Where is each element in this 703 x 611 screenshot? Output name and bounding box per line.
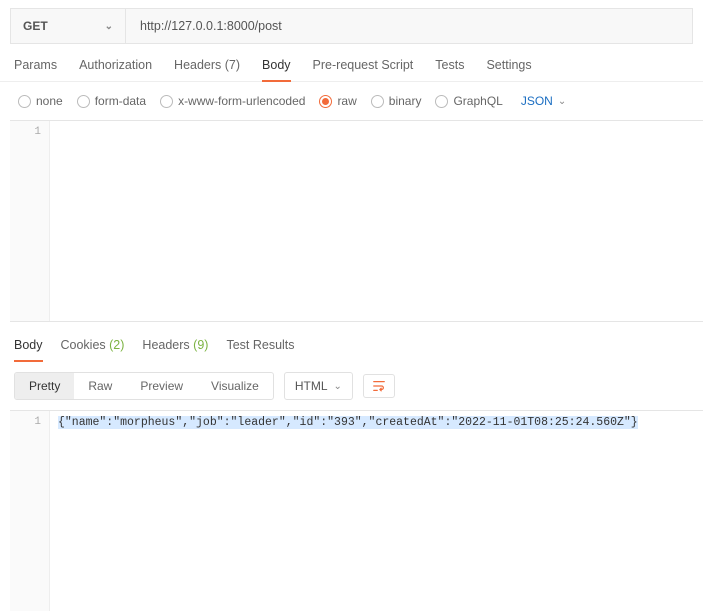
radio-none[interactable]: none — [18, 94, 63, 108]
response-tabs: Body Cookies (2) Headers (9) Test Result… — [0, 322, 703, 362]
tab-headers[interactable]: Headers (7) — [174, 58, 240, 81]
output-format-value: HTML — [295, 379, 328, 393]
view-tab-visualize[interactable]: Visualize — [197, 373, 273, 399]
resp-tab-cookies[interactable]: Cookies (2) — [61, 338, 125, 362]
resp-tab-headers-label: Headers — [142, 338, 193, 352]
cookies-count: (2) — [109, 338, 124, 352]
url-input[interactable] — [126, 9, 692, 43]
wrap-icon — [372, 379, 386, 393]
resp-tab-test-results[interactable]: Test Results — [226, 338, 294, 362]
radio-raw[interactable]: raw — [319, 94, 356, 108]
http-method-value: GET — [23, 19, 48, 33]
response-body-textarea[interactable]: {"name":"morpheus","job":"leader","id":"… — [50, 411, 703, 611]
tab-body[interactable]: Body — [262, 58, 291, 82]
radio-urlencoded-label: x-www-form-urlencoded — [178, 94, 305, 108]
wrap-lines-button[interactable] — [363, 374, 395, 398]
radio-form-data[interactable]: form-data — [77, 94, 146, 108]
request-bar: GET ⌄ — [10, 8, 693, 44]
chevron-down-icon: ⌄ — [334, 381, 342, 392]
radio-none-label: none — [36, 94, 63, 108]
tab-authorization[interactable]: Authorization — [79, 58, 152, 81]
editor-gutter: 1 — [10, 121, 50, 321]
request-tabs: Params Authorization Headers (7) Body Pr… — [0, 44, 703, 82]
response-view-row: Pretty Raw Preview Visualize HTML ⌄ — [0, 362, 703, 410]
resp-tab-cookies-label: Cookies — [61, 338, 110, 352]
radio-form-data-label: form-data — [95, 94, 146, 108]
editor-gutter: 1 — [10, 411, 50, 611]
radio-binary-label: binary — [389, 94, 422, 108]
headers-count: (9) — [193, 338, 208, 352]
body-format-value: JSON — [521, 94, 553, 108]
view-tab-raw[interactable]: Raw — [74, 373, 126, 399]
output-format-select[interactable]: HTML ⌄ — [284, 372, 353, 400]
view-tab-preview[interactable]: Preview — [126, 373, 197, 399]
request-body-textarea[interactable] — [50, 121, 703, 321]
body-format-select[interactable]: JSON ⌄ — [521, 94, 566, 108]
chevron-down-icon: ⌄ — [558, 96, 566, 107]
radio-raw-label: raw — [337, 94, 356, 108]
radio-urlencoded[interactable]: x-www-form-urlencoded — [160, 94, 305, 108]
radio-graphql-label: GraphQL — [453, 94, 502, 108]
tab-settings[interactable]: Settings — [486, 58, 531, 81]
view-mode-tabs: Pretty Raw Preview Visualize — [14, 372, 274, 400]
view-tab-pretty[interactable]: Pretty — [15, 373, 74, 399]
line-number: 1 — [10, 126, 41, 138]
radio-binary[interactable]: binary — [371, 94, 422, 108]
tab-params[interactable]: Params — [14, 58, 57, 81]
line-number: 1 — [10, 416, 41, 428]
radio-graphql[interactable]: GraphQL — [435, 94, 502, 108]
response-body-content: {"name":"morpheus","job":"leader","id":"… — [58, 416, 638, 429]
chevron-down-icon: ⌄ — [105, 21, 113, 32]
resp-tab-headers[interactable]: Headers (9) — [142, 338, 208, 362]
response-body-editor: 1 {"name":"morpheus","job":"leader","id"… — [10, 410, 703, 611]
http-method-select[interactable]: GET ⌄ — [11, 9, 126, 43]
body-type-row: none form-data x-www-form-urlencoded raw… — [0, 82, 703, 120]
request-body-editor: 1 — [10, 120, 703, 322]
tab-prerequest[interactable]: Pre-request Script — [313, 58, 414, 81]
resp-tab-body[interactable]: Body — [14, 338, 43, 362]
tab-tests[interactable]: Tests — [435, 58, 464, 81]
